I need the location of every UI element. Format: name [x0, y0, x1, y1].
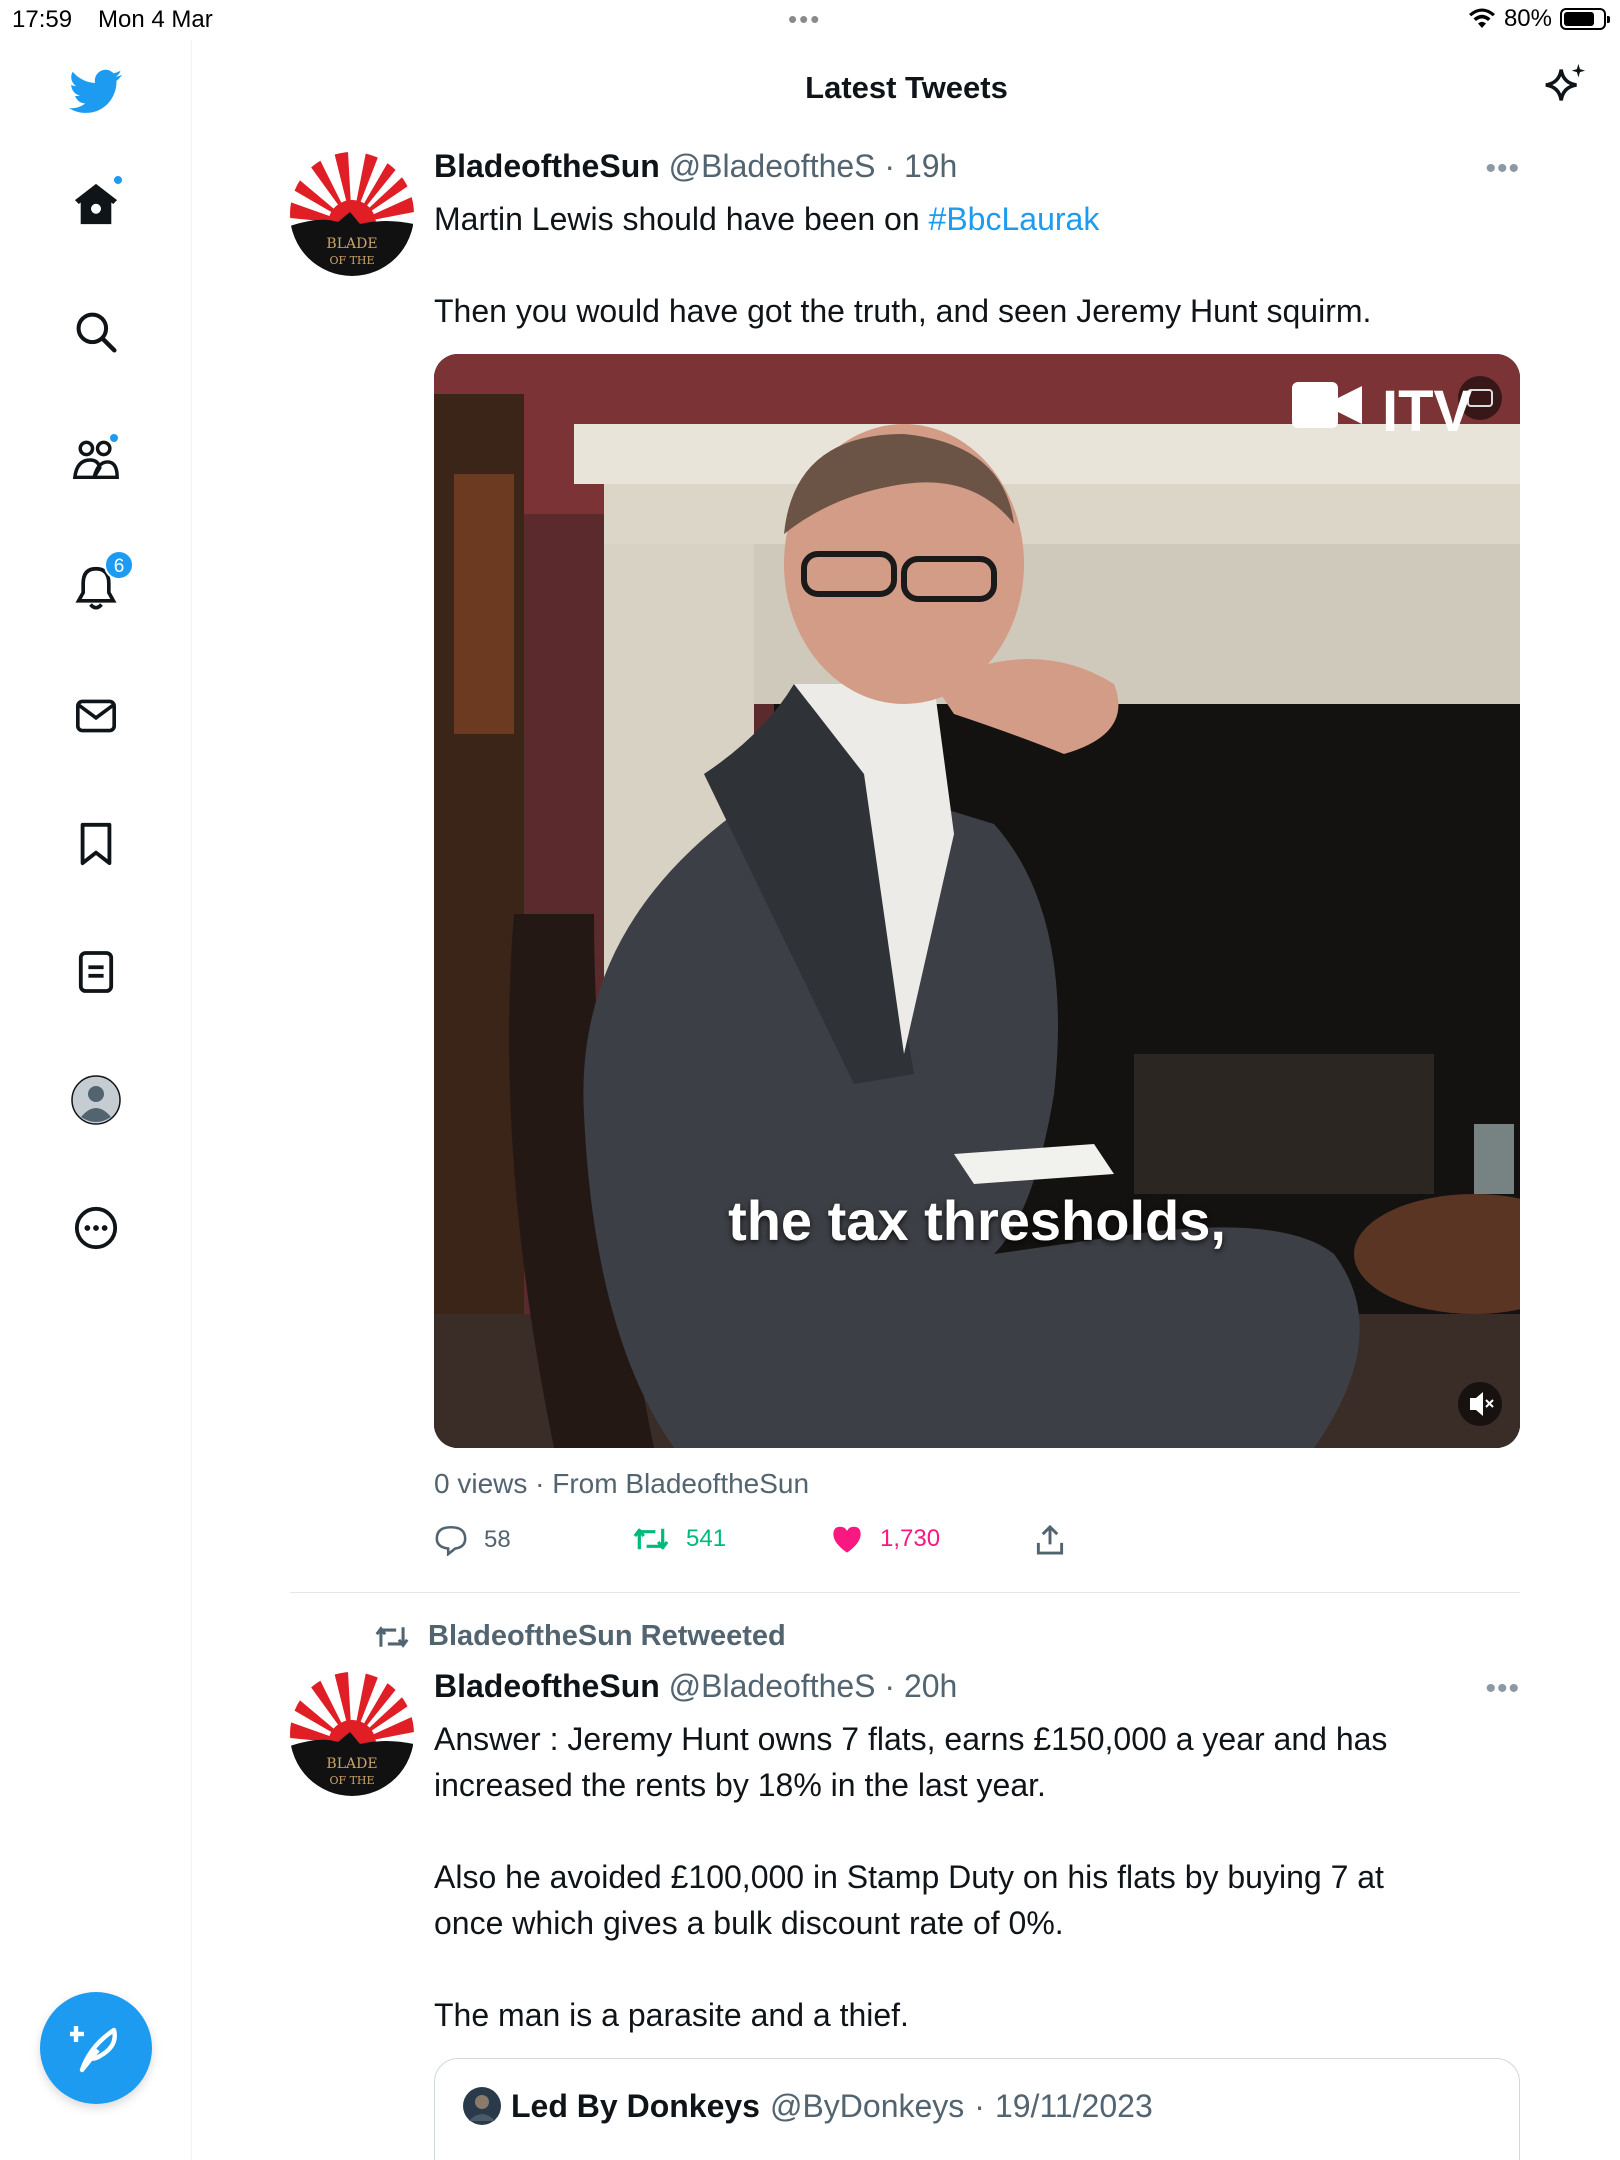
heart-icon	[833, 1526, 861, 1553]
tweet-header: BladeoftheSun @BladeoftheS · 19h	[434, 148, 957, 185]
hashtag-link[interactable]: #BbcLaurak	[929, 201, 1100, 237]
quoted-tweet-date[interactable]: 19/11/2023	[995, 2088, 1153, 2125]
timeline-header: Latest Tweets	[193, 40, 1620, 144]
svg-text:BLADE: BLADE	[326, 236, 377, 252]
wifi-icon	[1468, 8, 1495, 28]
tweet-actions: 58 541 1,730	[434, 1524, 1134, 1564]
tweet-video[interactable]: ITV the tax thresholds,	[434, 354, 1520, 1448]
page-title: Latest Tweets	[805, 70, 1008, 105]
communities-notification-dot	[108, 432, 120, 444]
views-count: 0 views · From BladeoftheSun	[434, 1468, 810, 1499]
quoted-tweet-header: Led By Donkeys @ByDonkeys · 19/11/2023	[463, 2087, 1153, 2125]
retweeted-by-label: BladeoftheSun Retweeted	[428, 1620, 786, 1652]
author-handle[interactable]: @BladeoftheS	[669, 1668, 876, 1704]
nav-profile[interactable]	[64, 1068, 128, 1132]
tweet-more-options-icon[interactable]: •••	[1485, 152, 1520, 186]
video-frame	[434, 354, 1520, 1448]
meta-separator: ·	[884, 148, 896, 184]
share-button[interactable]	[1034, 1524, 1066, 1556]
tweet-text-line: Martin Lewis should have been on	[434, 201, 929, 237]
tweet-text: Martin Lewis should have been on #BbcLau…	[434, 196, 1520, 334]
battery-icon	[1560, 8, 1610, 30]
tweet-text: Answer : Jeremy Hunt owns 7 flats, earns…	[434, 1716, 1520, 2038]
author-name[interactable]: BladeoftheSun	[434, 148, 660, 184]
itv-logo-text: ITV	[1382, 379, 1473, 444]
reply-icon	[435, 1525, 467, 1556]
nav-home[interactable]	[64, 172, 128, 236]
nav-bookmarks[interactable]	[64, 812, 128, 876]
quoted-tweet[interactable]: Led By Donkeys @ByDonkeys · 19/11/2023	[434, 2058, 1520, 2160]
twitter-logo-icon[interactable]	[64, 60, 128, 124]
meta-separator: ·	[884, 1668, 896, 1704]
retweet-button[interactable]: 541	[632, 1524, 726, 1554]
svg-text:OF THE: OF THE	[329, 254, 374, 267]
tweet-text-line: Then you would have got the truth, and s…	[434, 293, 1372, 329]
compose-tweet-button[interactable]	[40, 1992, 152, 2104]
svg-text:OF THE: OF THE	[329, 1774, 374, 1787]
tweet-more-options-icon[interactable]: •••	[1485, 1672, 1520, 1706]
sparkle-icon	[1545, 63, 1586, 101]
more-circle-icon	[74, 1206, 118, 1250]
author-avatar[interactable]: BLADE OF THE	[290, 152, 414, 276]
tweet-header: BladeoftheSun @BladeoftheS · 20h	[434, 1668, 957, 1705]
author-avatar[interactable]: BLADE OF THE	[290, 1672, 414, 1796]
nav-explore[interactable]	[64, 300, 128, 364]
sidebar: 6	[0, 40, 192, 2160]
svg-text:BLADE: BLADE	[326, 1756, 377, 1772]
multitasking-dots-icon[interactable]: •••	[788, 4, 821, 35]
tweet-text-line: Answer : Jeremy Hunt owns 7 flats, earns…	[434, 1721, 1388, 1757]
status-time: 17:59	[12, 6, 73, 33]
search-icon	[76, 312, 117, 353]
tweet-time[interactable]: 20h	[904, 1668, 957, 1704]
meta-separator: ·	[974, 2087, 985, 2124]
nav-communities[interactable]	[64, 428, 128, 492]
quoted-author-name[interactable]: Led By Donkeys	[511, 2088, 760, 2125]
quoted-author-avatar[interactable]	[463, 2087, 501, 2125]
notifications-badge: 6	[104, 550, 134, 580]
timeline-sparkle-button[interactable]	[1542, 62, 1588, 113]
retweet-indicator[interactable]: BladeoftheSun Retweeted	[374, 1620, 786, 1653]
home-notification-dot	[112, 174, 124, 186]
retweet-count: 541	[686, 1525, 727, 1552]
bookmark-icon	[80, 822, 112, 866]
avatar-icon	[71, 1075, 121, 1125]
status-right: 80%	[1468, 5, 1610, 33]
share-icon	[1036, 1524, 1064, 1555]
tweet-time[interactable]: 19h	[904, 148, 957, 184]
like-count: 1,730	[880, 1525, 941, 1552]
reply-button[interactable]: 58	[434, 1524, 511, 1556]
tweet[interactable]: BLADE OF THE BladeoftheSun @BladeoftheS …	[290, 148, 1520, 1572]
video-caption: the tax thresholds,	[728, 1189, 1226, 1252]
tweet-text-line: once which gives a bulk discount rate of…	[434, 1905, 1064, 1941]
nav-notifications[interactable]: 6	[64, 550, 134, 620]
communities-icon	[72, 440, 119, 480]
like-button[interactable]: 1,730	[830, 1524, 940, 1554]
compose-feather-icon	[70, 2026, 117, 2073]
tweet-text-line: The man is a parasite and a thief.	[434, 1997, 909, 2033]
mail-icon	[76, 699, 116, 733]
reply-count: 58	[484, 1526, 511, 1553]
author-name[interactable]: BladeoftheSun	[434, 1668, 660, 1704]
quoted-author-handle[interactable]: @ByDonkeys	[770, 2088, 964, 2125]
tweet-divider	[290, 1592, 1520, 1593]
status-bar: 17:59 Mon 4 Mar ••• 80%	[0, 0, 1620, 40]
retweet-indicator-icon	[375, 1625, 409, 1648]
nav-more[interactable]	[64, 1196, 128, 1260]
nav-lists[interactable]	[64, 940, 128, 1004]
tweet-text-line: Also he avoided £100,000 in Stamp Duty o…	[434, 1859, 1384, 1895]
author-handle[interactable]: @BladeoftheS	[669, 148, 876, 184]
tweet-text-line: increased the rents by 18% in the last y…	[434, 1767, 1046, 1803]
nav-messages[interactable]	[64, 684, 128, 748]
status-date: Mon 4 Mar	[98, 6, 213, 33]
retweet-icon	[633, 1528, 669, 1550]
home-icon	[74, 183, 118, 225]
list-icon	[78, 951, 114, 993]
battery-percent: 80%	[1503, 5, 1552, 32]
